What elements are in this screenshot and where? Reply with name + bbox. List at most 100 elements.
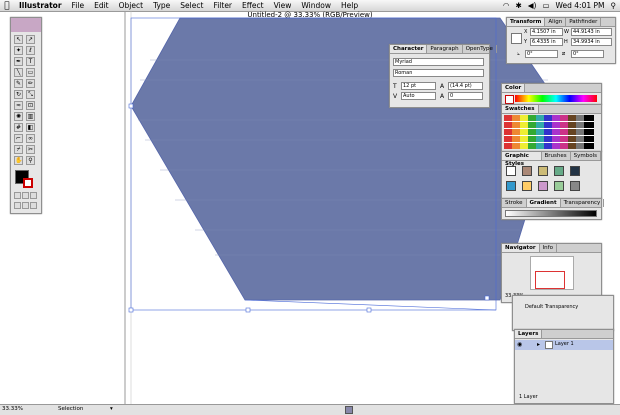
line-tool-icon[interactable]: ╲: [14, 68, 23, 77]
leading-field[interactable]: (14.4 pt): [448, 82, 483, 90]
tab-swatches[interactable]: Swatches: [502, 105, 539, 113]
style-3[interactable]: [538, 166, 548, 176]
x-field[interactable]: 4.1507 in: [530, 28, 563, 36]
eyedropper-tool-icon[interactable]: ⌐: [14, 134, 23, 143]
shear-angle-icon: ⧄: [562, 51, 566, 57]
mesh-tool-icon[interactable]: #: [14, 123, 23, 132]
style-default[interactable]: [506, 166, 516, 176]
color-panel: Color: [501, 83, 602, 105]
tab-graphic-styles[interactable]: Graphic Styles: [502, 152, 542, 167]
pen-tool-icon[interactable]: ✒: [14, 57, 23, 66]
stroke-gradient-panel: Stroke Gradient Transparency: [501, 198, 605, 220]
transparency-label: Default Transparency: [525, 304, 579, 310]
layer-thumbnail: [545, 341, 553, 349]
horizontal-scroll-thumb[interactable]: [345, 406, 353, 414]
status-dropdown-icon[interactable]: ▾: [110, 406, 113, 412]
symbol-sprayer-tool-icon[interactable]: ✺: [14, 112, 23, 121]
full-screen-menu-mode-icon[interactable]: [22, 202, 29, 209]
color-mode-icon[interactable]: [14, 192, 21, 199]
rectangle-tool-icon[interactable]: ▭: [26, 68, 35, 77]
layer-name[interactable]: Layer 1: [555, 341, 574, 347]
tab-stroke[interactable]: Stroke: [502, 199, 527, 207]
magic-wand-tool-icon[interactable]: ✦: [14, 46, 23, 55]
font-size-icon: T: [393, 83, 397, 90]
scissors-tool-icon[interactable]: ✂: [26, 145, 35, 154]
layer-count: 1 Layer: [519, 394, 538, 400]
font-size-field[interactable]: 12 pt: [401, 82, 436, 90]
zoom-level[interactable]: 33.33%: [2, 406, 23, 412]
navigator-thumbnail[interactable]: [530, 256, 574, 290]
gradient-slider[interactable]: [505, 210, 597, 217]
slice-tool-icon[interactable]: ⌿: [14, 145, 23, 154]
type-tool-icon[interactable]: T: [26, 57, 35, 66]
tab-align[interactable]: Align: [545, 18, 567, 26]
tab-symbols[interactable]: Symbols: [571, 152, 601, 160]
pencil-tool-icon[interactable]: ✏: [26, 79, 35, 88]
style-6[interactable]: [506, 181, 516, 191]
stroke-color-swatch[interactable]: [23, 178, 33, 188]
style-5[interactable]: [570, 166, 580, 176]
shear-angle-field[interactable]: 0°: [571, 50, 604, 58]
status-bar: 33.33% Selection ▾: [0, 404, 620, 415]
tab-paragraph[interactable]: Paragraph: [427, 45, 463, 53]
gradient-mode-icon[interactable]: [22, 192, 29, 199]
width-field[interactable]: 44.9143 in: [571, 28, 612, 36]
swatch-grid-lines: [504, 115, 594, 149]
warp-tool-icon[interactable]: ≈: [14, 101, 23, 110]
scale-tool-icon[interactable]: ⤡: [26, 90, 35, 99]
transform-panel: Transform Align Pathfinder X 4.1507 in W…: [506, 17, 616, 64]
blend-tool-icon[interactable]: ∞: [26, 134, 35, 143]
kerning-field[interactable]: Auto: [401, 92, 436, 100]
tab-opentype[interactable]: OpenType: [463, 45, 497, 53]
status-tool[interactable]: Selection: [58, 406, 83, 412]
free-transform-tool-icon[interactable]: ⊡: [26, 101, 35, 110]
tab-transparency[interactable]: Transparency: [561, 199, 605, 207]
x-label: X: [524, 29, 528, 35]
tab-gradient[interactable]: Gradient: [526, 199, 561, 207]
font-family-select[interactable]: Myriad: [393, 58, 484, 66]
style-2[interactable]: [522, 166, 532, 176]
tab-navigator[interactable]: Navigator: [502, 244, 540, 252]
h-label: H: [564, 39, 568, 45]
tab-layers[interactable]: Layers: [515, 330, 543, 338]
paintbrush-tool-icon[interactable]: ✎: [14, 79, 23, 88]
eye-icon[interactable]: ◉: [517, 341, 522, 348]
tab-character[interactable]: Character: [390, 45, 428, 53]
tab-pathfinder[interactable]: Pathfinder: [566, 18, 602, 26]
lasso-tool-icon[interactable]: ℓ: [26, 46, 35, 55]
graphic-styles-panel: Graphic Styles Brushes Symbols: [501, 151, 602, 199]
selection-tool-icon[interactable]: ↖: [14, 35, 23, 44]
style-7[interactable]: [522, 181, 532, 191]
tab-brushes[interactable]: Brushes: [542, 152, 571, 160]
y-label: Y: [524, 39, 528, 45]
font-style-select[interactable]: Roman: [393, 69, 484, 77]
stroke-none-icon[interactable]: [505, 95, 514, 104]
tab-transform[interactable]: Transform: [507, 18, 546, 26]
full-screen-mode-icon[interactable]: [30, 202, 37, 209]
expand-triangle-icon[interactable]: ▸: [537, 341, 540, 348]
leading-icon: A: [440, 83, 445, 90]
hand-tool-icon[interactable]: ✋: [14, 156, 23, 165]
none-mode-icon[interactable]: [30, 192, 37, 199]
zoom-tool-icon[interactable]: ⚲: [26, 156, 35, 165]
tab-info[interactable]: Info: [540, 244, 557, 252]
color-spectrum-bar[interactable]: [515, 95, 597, 102]
tracking-field[interactable]: 0: [448, 92, 483, 100]
y-field[interactable]: 6.4335 in: [530, 38, 563, 46]
tab-color[interactable]: Color: [502, 84, 526, 92]
normal-screen-mode-icon[interactable]: [14, 202, 21, 209]
reference-point-icon[interactable]: [511, 33, 522, 44]
navigator-view-box[interactable]: [535, 271, 565, 289]
style-9[interactable]: [554, 181, 564, 191]
graph-tool-icon[interactable]: ▥: [26, 112, 35, 121]
style-4[interactable]: [554, 166, 564, 176]
style-8[interactable]: [538, 181, 548, 191]
height-field[interactable]: 34.9934 in: [571, 38, 612, 46]
w-label: W: [564, 29, 569, 35]
layer-row[interactable]: ◉ ▸ Layer 1: [515, 340, 613, 350]
gradient-tool-icon[interactable]: ◧: [26, 123, 35, 132]
rotate-angle-field[interactable]: 0°: [525, 50, 558, 58]
direct-selection-tool-icon[interactable]: ↗: [26, 35, 35, 44]
style-10[interactable]: [570, 181, 580, 191]
rotate-tool-icon[interactable]: ↻: [14, 90, 23, 99]
